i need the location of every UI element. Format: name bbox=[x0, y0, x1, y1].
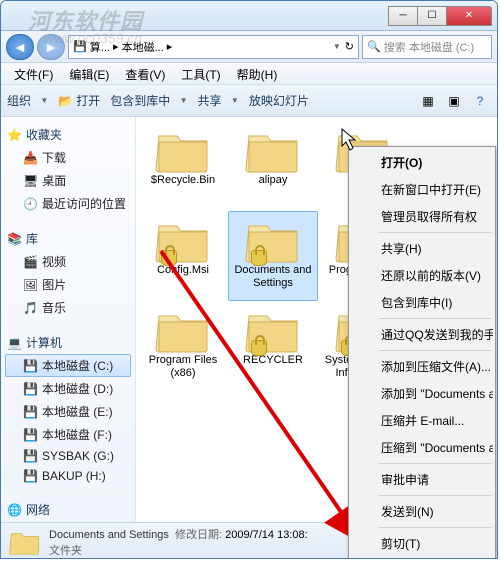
search-placeholder: 搜索 本地磁盘 (C:) bbox=[384, 39, 474, 55]
menu-tools[interactable]: 工具(T) bbox=[173, 63, 228, 84]
folder-icon bbox=[155, 216, 211, 264]
sidebar-recent[interactable]: 🕘 最近访问的位置 bbox=[5, 192, 131, 215]
folder-icon bbox=[155, 126, 211, 174]
ctx-open-new-window[interactable]: 在新窗口中打开(E) bbox=[351, 176, 493, 203]
sidebar-drive-g[interactable]: 💾 SYSBAK (G:) bbox=[5, 446, 131, 466]
close-button[interactable]: ✕ bbox=[446, 6, 492, 26]
sidebar-downloads[interactable]: 📥 下载 bbox=[5, 146, 131, 169]
menu-edit[interactable]: 编辑(E) bbox=[61, 63, 117, 84]
folder-open-icon: 📂 bbox=[58, 94, 73, 108]
folder-icon bbox=[245, 216, 301, 264]
folder-icon bbox=[245, 126, 301, 174]
menubar: 文件(F) 编辑(E) 查看(V) 工具(T) 帮助(H) bbox=[1, 63, 497, 85]
folder-label: Program Files (x86) bbox=[141, 354, 225, 380]
folder-item[interactable]: RECYCLER bbox=[228, 301, 318, 391]
folder-item[interactable]: alipay bbox=[228, 121, 318, 211]
sidebar-pictures[interactable]: 🖼 图片 bbox=[5, 273, 131, 296]
favorites-group[interactable]: ⭐ 收藏夹 bbox=[5, 123, 131, 146]
hdd-icon: 💾 bbox=[73, 40, 87, 53]
mouse-cursor-icon bbox=[341, 128, 359, 152]
folder-icon bbox=[9, 528, 41, 556]
ctx-compress-to[interactable]: 压缩到 "Documents and S bbox=[351, 434, 493, 461]
status-mod-label: 修改日期: bbox=[175, 529, 222, 541]
sidebar-drive-e[interactable]: 💾 本地磁盘 (E:) bbox=[5, 400, 131, 423]
address-bar: ◄ ► 💾 算... ▸ 本地磁... ▸ ▼ ↻ 🔍 搜索 本地磁盘 (C:) bbox=[1, 31, 497, 63]
forward-button[interactable]: ► bbox=[37, 34, 65, 60]
folder-icon bbox=[155, 306, 211, 354]
folder-label: Config.Msi bbox=[155, 264, 211, 277]
toolbar: 组织 ▼ 📂打开 包含到库中 ▼ 共享 ▼ 放映幻灯片 ▦ ▣ ? bbox=[1, 85, 497, 117]
breadcrumb[interactable]: 本地磁... bbox=[122, 39, 164, 55]
titlebar: ─ ☐ ✕ bbox=[1, 1, 497, 31]
folder-item[interactable]: Config.Msi bbox=[138, 211, 228, 301]
help-icon[interactable]: ? bbox=[469, 90, 491, 112]
include-button[interactable]: 包含到库中 ▼ bbox=[110, 92, 187, 109]
network-group[interactable]: 🌐 网络 bbox=[5, 498, 131, 521]
ctx-cut[interactable]: 剪切(T) bbox=[351, 530, 493, 557]
sidebar: ⭐ 收藏夹 📥 下载 🖥 桌面 🕘 最近访问的位置 📚 库 🎬 视频 🖼 图片 … bbox=[1, 117, 136, 522]
status-name: Documents and Settings bbox=[49, 529, 169, 541]
refresh-icon[interactable]: ↻ bbox=[345, 40, 354, 53]
folder-icon bbox=[245, 306, 301, 354]
slideshow-button[interactable]: 放映幻灯片 bbox=[249, 92, 309, 109]
ctx-add-to[interactable]: 添加到 "Documents and S bbox=[351, 380, 493, 407]
ctx-open[interactable]: 打开(O) bbox=[351, 149, 493, 176]
search-input[interactable]: 🔍 搜索 本地磁盘 (C:) bbox=[362, 35, 492, 59]
folder-label: Documents and Settings bbox=[231, 264, 315, 290]
organize-button[interactable]: 组织 ▼ bbox=[7, 92, 48, 109]
context-menu: 打开(O) 在新窗口中打开(E) 管理员取得所有权 共享(H) 还原以前的版本(… bbox=[348, 146, 496, 559]
menu-file[interactable]: 文件(F) bbox=[6, 63, 61, 84]
ctx-include-library[interactable]: 包含到库中(I) bbox=[351, 289, 493, 316]
menu-view[interactable]: 查看(V) bbox=[117, 63, 173, 84]
ctx-share[interactable]: 共享(H) bbox=[351, 235, 493, 262]
ctx-send-to[interactable]: 发送到(N) bbox=[351, 498, 493, 525]
address-input[interactable]: 💾 算... ▸ 本地磁... ▸ ▼ ↻ bbox=[68, 35, 359, 59]
ctx-add-archive[interactable]: 添加到压缩文件(A)... bbox=[351, 353, 493, 380]
folder-label: RECYCLER bbox=[241, 354, 305, 367]
open-button[interactable]: 📂打开 bbox=[58, 92, 100, 109]
ctx-restore-version[interactable]: 还原以前的版本(V) bbox=[351, 262, 493, 289]
sidebar-drive-c[interactable]: 💾 本地磁盘 (C:) bbox=[5, 354, 131, 377]
sidebar-drive-h[interactable]: 💾 BAKUP (H:) bbox=[5, 466, 131, 486]
folder-label: alipay bbox=[257, 174, 290, 187]
menu-help[interactable]: 帮助(H) bbox=[229, 63, 286, 84]
folder-item[interactable]: Documents and Settings bbox=[228, 211, 318, 301]
search-icon: 🔍 bbox=[367, 40, 381, 53]
computer-group[interactable]: 💻 计算机 bbox=[5, 331, 131, 354]
status-mod-date: 2009/7/14 13:08: bbox=[225, 529, 308, 541]
libraries-group[interactable]: 📚 库 bbox=[5, 227, 131, 250]
back-button[interactable]: ◄ bbox=[6, 34, 34, 60]
ctx-review[interactable]: 审批申请 bbox=[351, 466, 493, 493]
folder-item[interactable]: Program Files (x86) bbox=[138, 301, 228, 391]
share-button[interactable]: 共享 ▼ bbox=[198, 92, 239, 109]
folder-label: $Recycle.Bin bbox=[149, 174, 217, 187]
maximize-button[interactable]: ☐ bbox=[417, 6, 447, 26]
sidebar-drive-d[interactable]: 💾 本地磁盘 (D:) bbox=[5, 377, 131, 400]
ctx-email[interactable]: 压缩并 E-mail... bbox=[351, 407, 493, 434]
ctx-qq-send[interactable]: 通过QQ发送到我的手机 bbox=[351, 321, 493, 348]
view-icon[interactable]: ▦ bbox=[417, 90, 439, 112]
sidebar-music[interactable]: 🎵 音乐 bbox=[5, 296, 131, 319]
folder-item[interactable]: $Recycle.Bin bbox=[138, 121, 228, 211]
sidebar-drive-f[interactable]: 💾 本地磁盘 (F:) bbox=[5, 423, 131, 446]
ctx-admin-ownership[interactable]: 管理员取得所有权 bbox=[351, 203, 493, 230]
breadcrumb[interactable]: 算... bbox=[90, 39, 110, 55]
minimize-button[interactable]: ─ bbox=[388, 6, 418, 26]
status-type: 文件夹 bbox=[49, 542, 308, 558]
preview-icon[interactable]: ▣ bbox=[443, 90, 465, 112]
sidebar-desktop[interactable]: 🖥 桌面 bbox=[5, 169, 131, 192]
dropdown-icon[interactable]: ▼ bbox=[333, 42, 341, 51]
sidebar-videos[interactable]: 🎬 视频 bbox=[5, 250, 131, 273]
